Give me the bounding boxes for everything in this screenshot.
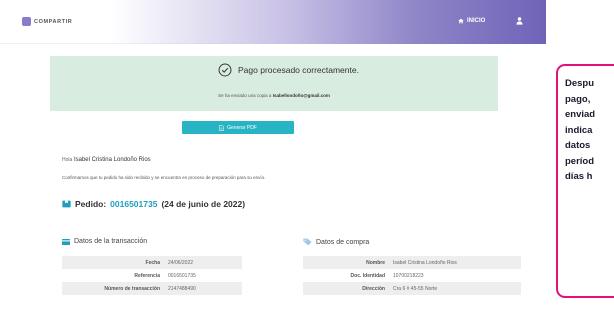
confirmation-page: COMPARTIR INICIO Pago procesado correcta… [0,0,546,317]
greeting-hola: Hola [62,157,73,163]
banner-copy-note: Se ha enviado una copia a Isabellondoño@… [50,93,498,98]
copy-prefix: Se ha enviado una copia a [218,93,272,98]
purchase-table: Nombre Isabel Cristina Londoño Rios Doc.… [303,256,521,295]
side-note-line: enviad [565,109,596,120]
table-row: Nombre Isabel Cristina Londoño Rios [303,256,521,269]
side-note-line: períod [565,155,595,167]
home-icon [458,18,464,24]
box-icon [62,200,71,208]
order-heading: Pedido: 0016501735 (24 de junio de 2022) [62,199,245,209]
row-value: Cra 6 # 45-55 Norte [393,285,438,292]
table-row: Fecha 24/06/2022 [62,256,242,269]
user-icon[interactable] [516,17,523,25]
nav-inicio-link[interactable]: INICIO [458,18,485,24]
check-circle-icon [218,63,232,77]
table-row: Referencia 0016501735 [62,269,242,282]
row-value: 10700218223 [393,272,424,279]
copy-email: Isabellondoño@gmail.com [272,93,330,98]
order-date: (24 de junio de 2022) [161,199,246,209]
side-note-line: indica [565,124,593,136]
row-key: Referencia [134,272,160,279]
side-note-line: datos [565,140,591,151]
tag-icon [303,238,312,246]
row-key: Número de transacción [104,285,160,292]
credit-card-icon [62,238,70,245]
side-note-text: Despu pago, enviad indica datos períod d… [565,76,614,185]
confirmation-text: Confirmamos que tu pedido ha sido recibi… [62,175,266,180]
row-key: Doc. Identidad [350,272,385,279]
logo-mark-icon [22,17,31,26]
row-key: Nombre [366,259,385,266]
banner-title: Pago procesado correctamente. [238,65,359,75]
purchase-section-title: Datos de compra [303,238,369,246]
side-note-line: días h [565,171,593,182]
order-label: Pedido: [75,199,107,209]
row-key: Dirección [362,285,385,292]
greeting: Hola Isabel Cristina Londoño Rios [62,157,151,163]
success-banner: Pago procesado correctamente. Se ha envi… [50,56,498,111]
top-navbar: COMPARTIR INICIO [0,0,546,44]
table-row: Número de transacción 2147488490 [62,282,242,295]
transaction-title: Datos de la transacción [74,238,148,245]
row-value: 0016501735 [168,272,196,279]
purchase-title: Datos de compra [316,238,370,246]
order-number: 0016501735 [110,199,158,209]
logo-text: COMPARTIR [34,18,73,25]
row-value: 2147488490 [168,285,196,292]
customer-name: Isabel Cristina Londoño Rios [73,157,151,163]
row-key: Fecha [145,259,160,266]
nav-inicio-label: INICIO [467,18,486,24]
generate-pdf-button[interactable]: Generar PDF [182,121,294,134]
table-row: Doc. Identidad 10700218223 [303,269,521,282]
document-icon [219,124,224,131]
transaction-table: Fecha 24/06/2022 Referencia 0016501735 N… [62,256,242,295]
row-value: 24/06/2022 [168,259,194,266]
generate-pdf-label: Generar PDF [227,124,257,131]
table-row: Dirección Cra 6 # 45-55 Norte [303,282,521,295]
side-note-line: pago, [565,93,591,105]
side-note-line: Despu [565,78,595,89]
brand-logo[interactable]: COMPARTIR [22,17,72,26]
transaction-section-title: Datos de la transacción [62,238,147,245]
row-value: Isabel Cristina Londoño Rios [393,259,457,266]
